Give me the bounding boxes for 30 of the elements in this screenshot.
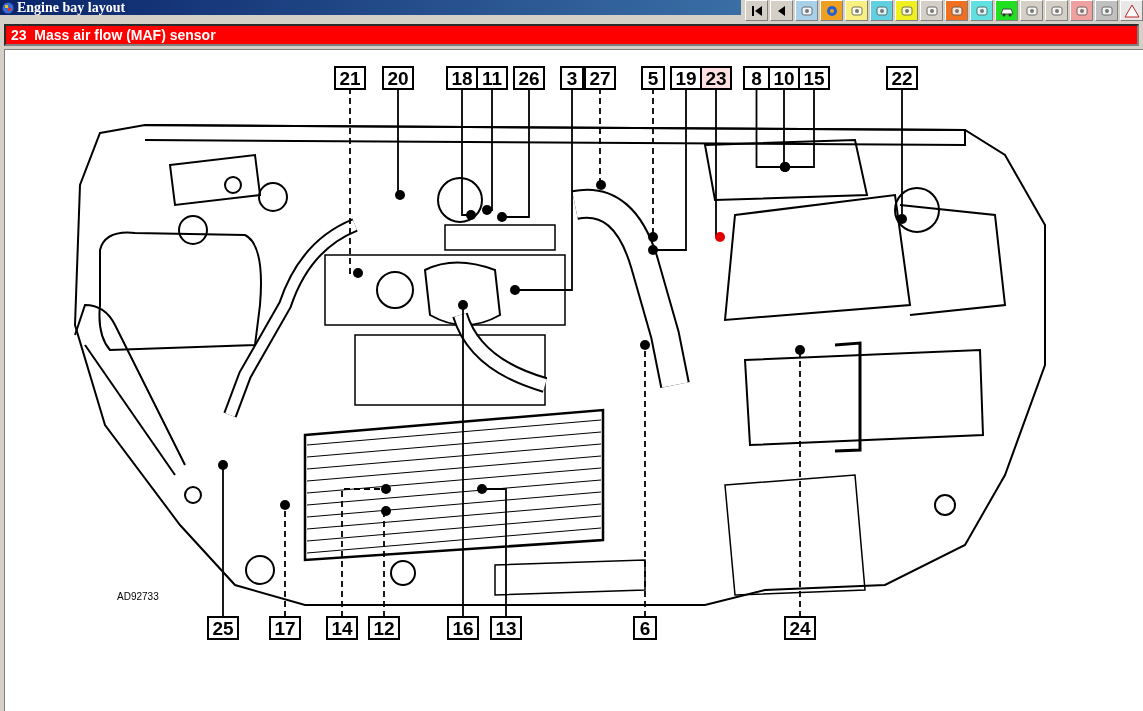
callout-label[interactable]: 11 [476, 66, 508, 90]
callout-label[interactable]: 17 [269, 616, 301, 640]
toolbar-button[interactable] [770, 0, 793, 21]
callout-label[interactable]: 24 [784, 616, 816, 640]
callout-label[interactable]: 18 [446, 66, 478, 90]
callout-label[interactable]: 3 [560, 66, 584, 90]
callout-label[interactable]: 16 [447, 616, 479, 640]
callout-label[interactable]: 22 [886, 66, 918, 90]
callout-label[interactable]: 6 [633, 616, 657, 640]
callout-label[interactable]: 5 [641, 66, 665, 90]
callout-label[interactable]: 10 [768, 66, 800, 90]
callout-label[interactable]: 23 [700, 66, 732, 90]
callout-label[interactable]: 20 [382, 66, 414, 90]
app-icon [2, 1, 14, 14]
callout-label[interactable]: 14 [326, 616, 358, 640]
callout-label[interactable]: 13 [490, 616, 522, 640]
callout-label[interactable]: 12 [368, 616, 400, 640]
callout-label[interactable]: 27 [584, 66, 616, 90]
drawing-reference: AD92733 [117, 591, 159, 602]
callout-label[interactable]: 8 [743, 66, 770, 90]
window-title: Engine bay layout [17, 0, 126, 15]
callout-label[interactable]: 21 [334, 66, 366, 90]
toolbar-button[interactable] [995, 0, 1018, 21]
triangle-icon [1123, 3, 1140, 18]
callout-label[interactable]: 26 [513, 66, 545, 90]
callout-label[interactable]: 25 [207, 616, 239, 640]
component-title: 23 Mass air flow (MAF) sensor [11, 27, 216, 43]
toolbar-button[interactable] [745, 0, 768, 21]
callout-label[interactable]: 19 [670, 66, 702, 90]
callout-label[interactable]: 15 [798, 66, 830, 90]
